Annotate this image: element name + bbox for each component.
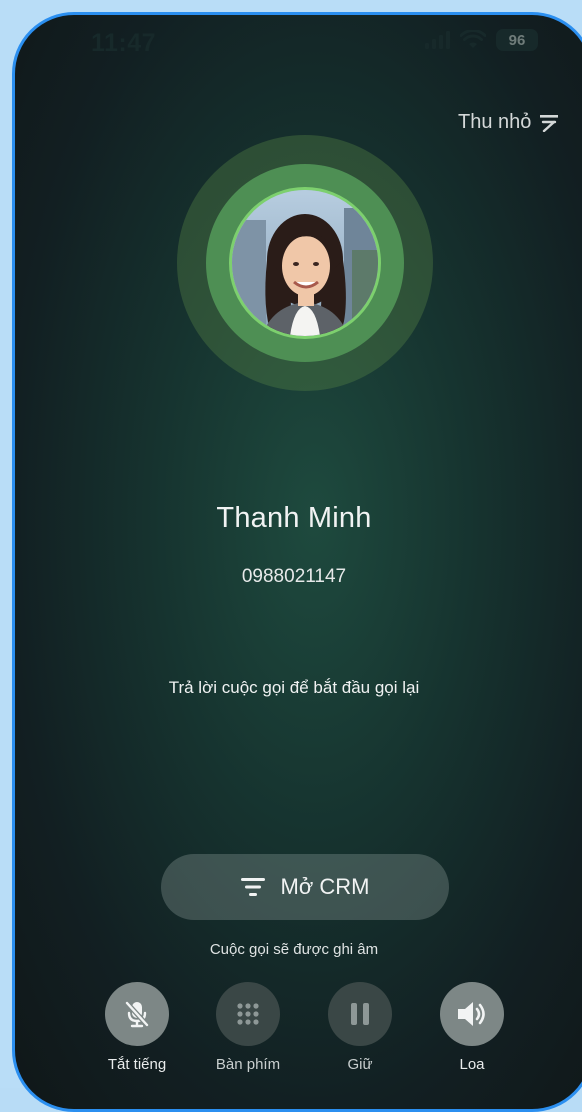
minimize-label: Thu nhỏ <box>458 111 532 133</box>
hold-button-circle[interactable] <box>328 982 392 1046</box>
hold-label: Giữ <box>347 1056 373 1073</box>
recording-notice: Cuộc gọi sẽ được ghi âm <box>209 941 379 958</box>
mute-label: Tắt tiếng <box>107 1056 167 1073</box>
speaker-label: Loa <box>459 1056 485 1073</box>
caller-number: 0988021147 <box>241 566 347 587</box>
phone-screen: 11:47 96 Thu nhỏ Thanh Minh 0988021147 T… <box>12 12 582 1112</box>
open-crm-button[interactable]: Mở CRM <box>161 854 449 920</box>
battery-icon: 96 <box>496 29 538 51</box>
status-indicators: 96 <box>425 29 538 51</box>
call-controls: Tắt tiếng Bàn phím Giữ Loa <box>15 982 573 1082</box>
avatar <box>229 187 381 339</box>
callback-hint: Trả lời cuộc gọi để bắt đầu gọi lại <box>168 678 420 697</box>
avatar-outer-ring <box>177 135 433 391</box>
hold-button[interactable]: Giữ <box>305 982 415 1073</box>
keypad-button[interactable]: Bàn phím <box>193 982 303 1073</box>
keypad-label: Bàn phím <box>215 1056 281 1073</box>
avatar-ring <box>206 164 404 362</box>
status-time: 11:47 <box>91 29 157 57</box>
status-bar: 11:47 96 <box>15 15 582 69</box>
speaker-icon <box>458 1002 485 1026</box>
mute-button[interactable]: Tắt tiếng <box>82 982 192 1073</box>
caller-name: Thanh Minh <box>216 502 372 534</box>
keypad-icon <box>237 1003 259 1025</box>
filter-icon <box>240 878 265 896</box>
mic-off-icon <box>124 1000 150 1028</box>
keypad-button-circle[interactable] <box>216 982 280 1046</box>
mute-button-circle[interactable] <box>105 982 169 1046</box>
wifi-icon <box>460 30 486 48</box>
signal-icon <box>425 31 450 49</box>
speaker-button-circle[interactable] <box>440 982 504 1046</box>
open-crm-label: Mở CRM <box>280 874 370 899</box>
speaker-button[interactable]: Loa <box>417 982 527 1073</box>
pause-icon <box>351 1003 369 1025</box>
arrow-up-to-line-icon <box>540 114 559 132</box>
minimize-button[interactable]: Thu nhỏ <box>458 111 559 134</box>
caller-photo <box>232 190 378 336</box>
